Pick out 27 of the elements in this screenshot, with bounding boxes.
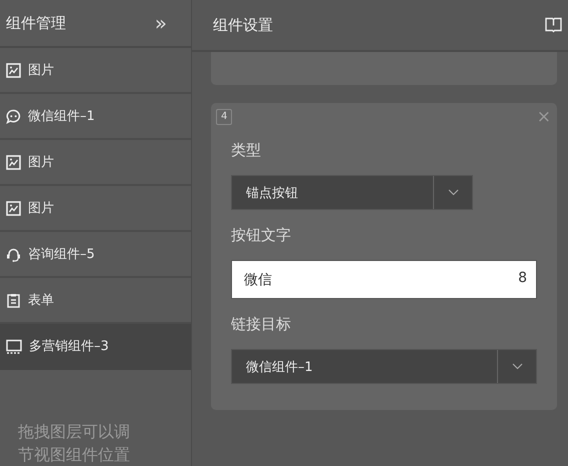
select-field[interactable]: 微信组件–1	[231, 349, 537, 384]
field-label: 按钮文字	[231, 226, 292, 245]
character-count: 8	[518, 270, 527, 286]
select-field[interactable]: 锚点按钮	[231, 175, 473, 210]
chat-icon	[6, 108, 21, 124]
index-badge: 4	[216, 109, 232, 125]
layer-item[interactable]: 图片	[0, 140, 191, 186]
layer-item[interactable]: 多营销组件–3	[0, 324, 191, 370]
headset-icon	[6, 246, 21, 262]
hint-text: 拖拽图层可以调节视图组件位置	[18, 421, 131, 466]
clipboard-icon	[6, 292, 21, 308]
panel-title: 组件管理	[6, 14, 66, 32]
layer-item[interactable]: 微信组件–1	[0, 94, 191, 140]
book-icon[interactable]	[545, 17, 562, 33]
collapse-button[interactable]: »	[154, 11, 167, 35]
image-icon	[6, 62, 21, 78]
chevron-down-icon	[448, 189, 458, 196]
image-icon	[6, 200, 21, 216]
monitor-icon	[6, 338, 22, 354]
layer-item[interactable]: 图片	[0, 48, 191, 94]
layer-item[interactable]: 咨询组件–5	[0, 232, 191, 278]
field-label: 链接目标	[231, 315, 292, 334]
chevron-down-icon	[512, 363, 522, 370]
image-icon	[6, 154, 21, 170]
layer-item[interactable]: 图片	[0, 186, 191, 232]
field-label: 类型	[231, 141, 262, 160]
panel-title: 组件设置	[213, 16, 273, 34]
